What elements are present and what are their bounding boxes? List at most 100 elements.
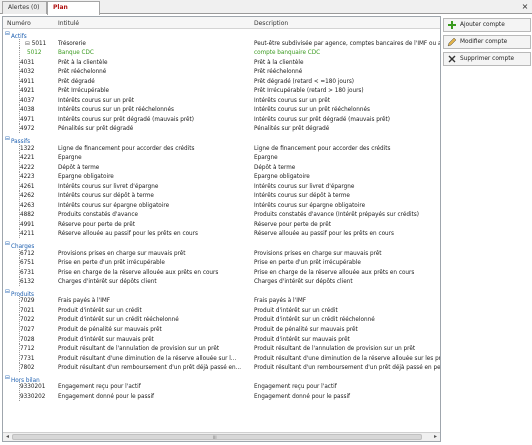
account-row[interactable]: 4921 Prêt Irrécupérable Prêt Irrécupérable… bbox=[3, 86, 440, 96]
account-title: Prêt rééchelonné bbox=[58, 69, 107, 76]
account-number: 4911 bbox=[20, 78, 60, 86]
account-title: Produit résultant d'une diminution de la… bbox=[58, 355, 237, 362]
account-row[interactable]: 4972 Pénalités sur prêt dégradé Pénalités … bbox=[3, 124, 440, 134]
account-row[interactable]: 6132 Charges d'intérêt sur dépôts client C… bbox=[3, 277, 440, 287]
account-description: Produit d'intérêt sur mauvais prêt bbox=[254, 336, 350, 343]
account-row[interactable]: 4038 Intérêts courus sur un prêt rééchelo… bbox=[3, 105, 440, 115]
collapse-toggle-icon[interactable]: ⊟ bbox=[25, 41, 30, 47]
account-number: 4222 bbox=[20, 164, 60, 172]
account-number: 7021 bbox=[20, 307, 60, 315]
delete-account-label: Supprimer compte bbox=[460, 56, 515, 62]
account-description: Prise en charge de la réserve allouée au… bbox=[254, 269, 415, 276]
account-title: Prêt à la clientèle bbox=[58, 59, 108, 66]
close-icon[interactable]: × bbox=[520, 2, 530, 12]
account-number: 4211 bbox=[20, 230, 60, 238]
account-row[interactable]: 7731 Produit résultant d'une diminution d… bbox=[3, 353, 440, 364]
account-number: 4032 bbox=[20, 68, 60, 76]
account-number: 7029 bbox=[20, 297, 60, 305]
account-number-value: 5012 bbox=[27, 50, 42, 57]
account-row[interactable]: 6712 Provisions prises en charge sur mauv… bbox=[3, 248, 440, 259]
account-row[interactable]: 4911 Prêt dégradé Prêt dégradé (retard < =… bbox=[3, 76, 440, 87]
account-title: Intérêts courus sur livret d'épargne bbox=[58, 183, 159, 190]
account-number-value: 4037 bbox=[20, 97, 35, 104]
account-row[interactable]: 7027 Produit de pénalité sur mauvais prêt… bbox=[3, 324, 440, 335]
account-row[interactable]: 4882 Produits constatés d'avance Produits … bbox=[3, 210, 440, 220]
account-row[interactable]: 4221 Epargne Epargne bbox=[3, 153, 440, 163]
account-number-value: 7021 bbox=[20, 307, 35, 314]
account-number-value: 7731 bbox=[20, 355, 35, 362]
section-row[interactable]: ⊟Passifs bbox=[3, 134, 440, 145]
account-number-value: 4261 bbox=[20, 183, 35, 190]
scroll-left-icon[interactable]: ◂ bbox=[3, 433, 12, 441]
account-row[interactable]: 4263 Intérêts courus sur épargne obligato… bbox=[3, 200, 440, 211]
account-row[interactable]: 4032 Prêt rééchelonné Prêt rééchelonné bbox=[3, 67, 440, 77]
section-row[interactable]: ⊟Produits bbox=[3, 287, 440, 298]
account-row[interactable]: 4262 Intérêts courus sur dépôt à terme Int… bbox=[3, 191, 440, 201]
account-title: Charges d'intérêt sur dépôts client bbox=[58, 279, 157, 286]
account-title: Banque CDC bbox=[58, 50, 94, 57]
account-number: 9330202 bbox=[20, 393, 60, 401]
column-header-numero[interactable]: Numéro bbox=[7, 20, 31, 27]
tab-alertes[interactable]: Alertes (0) bbox=[2, 1, 47, 14]
section-row[interactable]: ⊟Hors bilan bbox=[3, 373, 440, 384]
account-row[interactable]: 7029 Frais payés à l'IMF Frais payés à l'I… bbox=[3, 296, 440, 306]
scroll-thumb[interactable]: III bbox=[12, 434, 422, 440]
account-row[interactable]: 7028 Produit d'intérêt sur mauvais prêt Pr… bbox=[3, 334, 440, 345]
account-number-value: 9330201 bbox=[20, 384, 46, 391]
account-row[interactable]: 4991 Réserve pour perte de prêt Réserve po… bbox=[3, 219, 440, 230]
section-row[interactable]: ⊟Charges bbox=[3, 239, 440, 250]
account-row[interactable]: 5012 Banque CDC compte banquaire CDC bbox=[3, 48, 440, 58]
account-number: 4263 bbox=[20, 202, 60, 210]
account-number: 4991 bbox=[20, 221, 60, 229]
account-number: 1322 bbox=[20, 145, 60, 153]
account-description: Pénalités sur prêt dégradé bbox=[254, 126, 330, 133]
account-number-value: 4921 bbox=[20, 88, 35, 95]
column-header-intitule[interactable]: Intitulé bbox=[58, 20, 79, 27]
account-row[interactable]: 7712 Produit résultant de l'annulation de… bbox=[3, 344, 440, 354]
account-row[interactable]: 7802 Produit résultant d'un remboursement… bbox=[3, 363, 440, 373]
account-row[interactable]: 4211 Réserve allouée au passif pour les p… bbox=[3, 229, 440, 239]
edit-account-button[interactable]: Modifier compte bbox=[443, 35, 531, 49]
account-tree-grid: Numéro Intitulé Description ⊟Actifs ⊟ 5011… bbox=[2, 16, 441, 442]
horizontal-scrollbar[interactable]: ◂ III ▸ bbox=[3, 432, 440, 441]
account-number: 4882 bbox=[20, 211, 60, 219]
column-header-description[interactable]: Description bbox=[254, 20, 288, 27]
account-row[interactable]: 4031 Prêt à la clientèle Prêt à la clientè… bbox=[3, 57, 440, 68]
account-number-value: 6712 bbox=[20, 250, 35, 257]
account-description: Epargne obligatoire bbox=[254, 174, 310, 181]
account-title: Prise en perte d'un prêt irrécupérable bbox=[58, 260, 165, 267]
tree-connector bbox=[19, 38, 20, 48]
account-title: Engagement reçu pour l'actif bbox=[58, 384, 141, 391]
account-row[interactable]: 9330202 Engagement donné pour le passif En… bbox=[3, 391, 440, 402]
account-row[interactable]: 1322 Ligne de financement pour accorder d… bbox=[3, 143, 440, 154]
account-row[interactable]: ⊟ 5011 Trésorerie Peut-être subdivisée par … bbox=[3, 38, 440, 49]
delete-account-button[interactable]: Supprimer compte bbox=[443, 52, 531, 66]
account-number-value: 4262 bbox=[20, 193, 35, 200]
account-row[interactable]: 4222 Dépôt à terme Dépôt à terme bbox=[3, 162, 440, 173]
account-row[interactable]: 9330201 Engagement reçu pour l'actif Engag… bbox=[3, 382, 440, 392]
account-title: Intérêts courus sur prêt dégradé (mauvai… bbox=[58, 116, 195, 123]
account-description: Intérêts courus sur dépôt à terme bbox=[254, 193, 350, 200]
account-row[interactable]: 7022 Produit d'intérêt sur un crédit rééc… bbox=[3, 315, 440, 325]
account-row[interactable]: 7021 Produit d'intérêt sur un crédit Produ… bbox=[3, 305, 440, 316]
account-title: Dépôt à terme bbox=[58, 164, 100, 171]
account-number-value: 4263 bbox=[20, 202, 35, 209]
account-row[interactable]: 6751 Prise en perte d'un prêt irrécupérab… bbox=[3, 258, 440, 268]
account-title: Ligne de financement pour accorder des c… bbox=[58, 145, 195, 152]
grip-icon: III bbox=[213, 435, 217, 440]
account-number-value: 4882 bbox=[20, 212, 35, 219]
add-account-button[interactable]: Ajouter compte bbox=[443, 18, 531, 32]
account-row[interactable]: 4261 Intérêts courus sur livret d'épargne… bbox=[3, 181, 440, 192]
account-description: Epargne bbox=[254, 155, 278, 162]
account-row[interactable]: 4971 Intérêts courus sur prêt dégradé (ma… bbox=[3, 114, 440, 125]
account-description: Réserve allouée au passif pour les prêts… bbox=[254, 231, 394, 238]
tab-plan-comptable[interactable]: Plan Comptable bbox=[47, 1, 100, 23]
account-row[interactable]: 4037 Intérêts courus sur un prêt Intérêts … bbox=[3, 95, 440, 106]
account-row[interactable]: 6731 Prise en charge de la réserve alloué… bbox=[3, 267, 440, 278]
account-description: Frais payés à l'IMF bbox=[254, 298, 307, 305]
account-number-value: 7027 bbox=[20, 326, 35, 333]
scroll-right-icon[interactable]: ▸ bbox=[431, 433, 440, 441]
account-description: Prêt à la clientèle bbox=[254, 59, 304, 66]
account-row[interactable]: 4223 Epargne obligatoire Epargne obligatoi… bbox=[3, 172, 440, 182]
section-row[interactable]: ⊟Actifs bbox=[3, 29, 440, 40]
